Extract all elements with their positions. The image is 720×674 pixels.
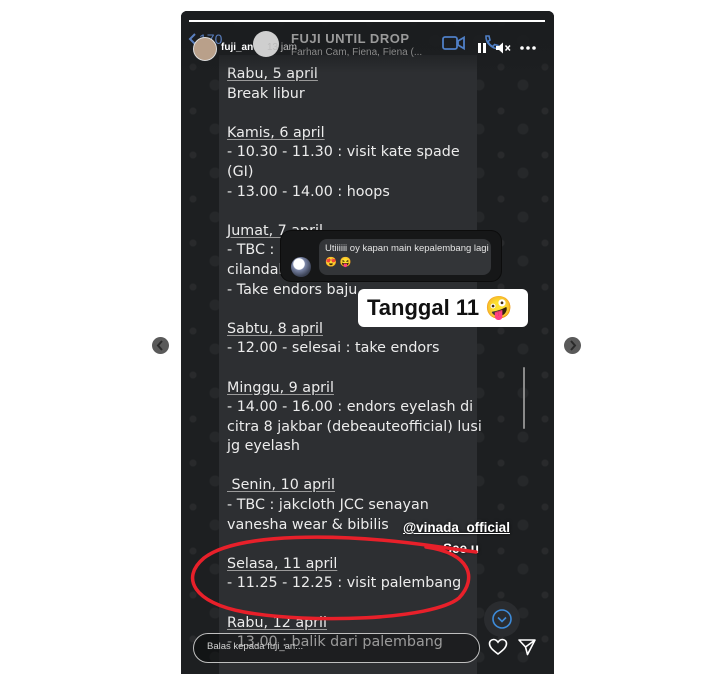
- user-avatar[interactable]: [193, 37, 217, 61]
- video-call-icon: [442, 35, 465, 51]
- schedule-day-heading: Kamis, 6 april: [227, 124, 325, 141]
- reply-input[interactable]: Balas kepada fuji_an...: [193, 633, 480, 663]
- answer-text: Tanggal 11 🤪: [367, 295, 513, 320]
- schedule-line: [227, 594, 473, 614]
- schedule-line: - 13.00 - 14.00 : hoops: [227, 183, 390, 200]
- reply-placeholder: Balas kepada fuji_an...: [207, 641, 304, 652]
- chat-scrollbar[interactable]: [523, 367, 525, 429]
- question-sticker: Utiiiiii oy kapan main kepalembang lagi …: [281, 231, 501, 281]
- schedule-line: [227, 202, 473, 222]
- scroll-down-icon: [492, 609, 512, 629]
- schedule-line: citra 8 jakbar (debeauteofficial) lusi: [227, 418, 482, 435]
- more-options-icon[interactable]: [519, 41, 537, 55]
- schedule-line: [227, 104, 473, 124]
- scroll-down-button[interactable]: [484, 601, 520, 637]
- schedule-line: - 11.25 - 12.25 : visit palembang: [227, 575, 462, 592]
- verified-badge: [254, 42, 264, 52]
- schedule-line: jg eyelash: [227, 438, 300, 455]
- group-members: Farhan Cam, Fiena, Fiena (...: [291, 47, 423, 58]
- schedule-line: [227, 535, 473, 555]
- previous-story-button[interactable]: [152, 337, 169, 354]
- mute-icon[interactable]: [495, 41, 511, 55]
- schedule-line: - 14.00 - 16.00 : endors eyelash di: [227, 399, 474, 416]
- chat-message-bubble: Rabu, 5 april Break libur Kamis, 6 april - …: [219, 55, 482, 674]
- schedule-day-heading: Minggu, 9 april: [227, 379, 334, 396]
- schedule-line: - 10.30 - 11.30 : visit kate spade: [227, 144, 460, 161]
- schedule-day-heading: Rabu, 12 april: [227, 614, 328, 631]
- send-icon[interactable]: [517, 637, 537, 657]
- schedule-line: Break libur: [227, 85, 305, 102]
- schedule-day-heading: Selasa, 11 april: [227, 555, 338, 572]
- schedule-line: - TBC : jakcloth JCC senayan: [227, 497, 429, 514]
- schedule-line: - 12.00 - selesai : take endors: [227, 340, 440, 357]
- heart-icon[interactable]: [488, 637, 508, 657]
- story-header: 170 FUJI UNTIL DROP Farhan Cam, Fiena, F…: [181, 11, 554, 73]
- previous-story-icon: [156, 340, 163, 351]
- responder-avatar: [291, 257, 311, 277]
- pause-icon[interactable]: [475, 41, 489, 55]
- next-story-icon: [570, 340, 577, 351]
- answer-sticker: Tanggal 11 🤪: [358, 289, 528, 327]
- mention-tag[interactable]: @vinada_official: [403, 520, 510, 535]
- story-caption: See u: [443, 541, 480, 556]
- schedule-day-heading: Senin, 10 april: [227, 477, 335, 494]
- group-title: FUJI UNTIL DROP: [291, 31, 410, 46]
- schedule-message: Rabu, 5 april Break libur Kamis, 6 april - …: [227, 65, 482, 653]
- question-bubble: Utiiiiii oy kapan main kepalembang lagi …: [319, 239, 491, 275]
- schedule-line: (GI): [227, 163, 254, 180]
- story-progress-fill: [189, 20, 545, 22]
- schedule-line: [227, 457, 473, 477]
- question-text: Utiiiiii oy kapan main kepalembang lagi …: [325, 243, 492, 268]
- schedule-line: [227, 359, 473, 379]
- next-story-button[interactable]: [564, 337, 581, 354]
- story-viewer[interactable]: Rabu, 5 april Break libur Kamis, 6 april - …: [181, 11, 554, 674]
- story-timestamp: 13 jam: [267, 42, 298, 53]
- username[interactable]: fuji_an: [221, 42, 253, 53]
- story-progress-bar: [189, 20, 545, 22]
